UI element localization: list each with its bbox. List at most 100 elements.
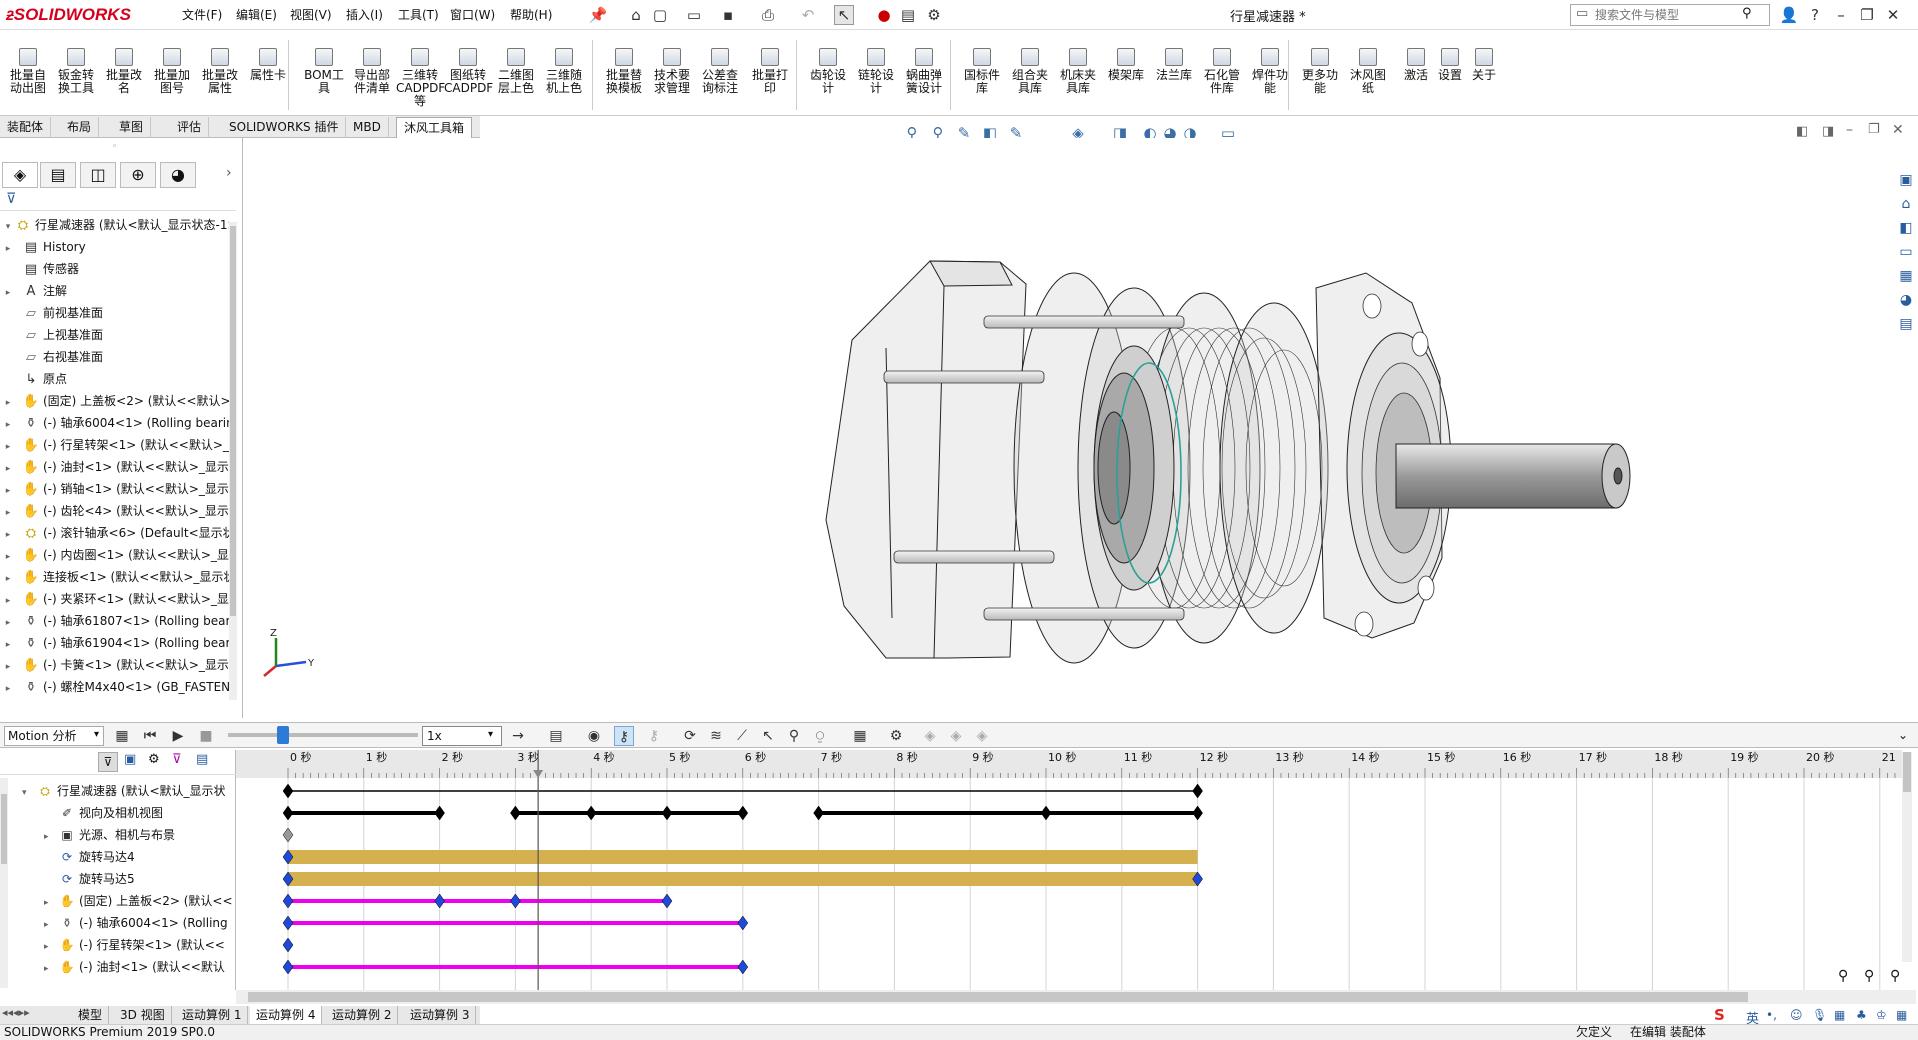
tree-item[interactable]: ▸ ✋ (-) 齿轮<4> (默认<<默认>_显示 xyxy=(0,500,236,522)
keyframe[interactable] xyxy=(282,783,294,799)
appearances-scenes-icon[interactable]: ▦ xyxy=(1896,266,1916,286)
ribbon-button-19[interactable]: 国标件库 xyxy=(958,48,1006,116)
tree-expand-arrow-icon[interactable]: ▸ xyxy=(2,392,14,412)
playback-slider-track[interactable] xyxy=(228,733,418,737)
autokey-icon[interactable]: ⚷ xyxy=(614,726,634,746)
cm-tab-4[interactable]: SOLIDWORKS 插件 xyxy=(222,117,347,138)
save-icon[interactable]: ▪ xyxy=(718,5,738,25)
keyframe[interactable] xyxy=(282,915,294,931)
stop-icon[interactable]: ■ xyxy=(196,726,216,746)
keyframe[interactable] xyxy=(585,805,597,821)
tree-item[interactable]: ▸ ✋ (-) 行星转架<1> (默认<<默认>_ xyxy=(0,434,236,456)
ribbon-button-25[interactable]: 焊件功能 xyxy=(1246,48,1294,116)
menu-item-1[interactable]: 编辑(E) xyxy=(236,6,277,24)
ribbon-button-11[interactable]: 三维随 机上色 xyxy=(540,48,588,116)
home-icon[interactable]: ⌂ xyxy=(626,5,646,25)
collapse-icon[interactable]: ◈ xyxy=(920,726,940,746)
ribbon-button-3[interactable]: 批量加 图号 xyxy=(148,48,196,116)
document-tab-5[interactable]: 运动算例 3 xyxy=(404,1006,477,1024)
document-tab-3[interactable]: 运动算例 4 xyxy=(250,1006,323,1024)
filter-toggle-icon[interactable]: ▤ xyxy=(196,752,208,767)
motor-icon[interactable]: ⟳ xyxy=(680,726,700,746)
zoom-out-icon[interactable]: ⚲ xyxy=(1890,968,1900,984)
keyframe[interactable] xyxy=(661,893,673,909)
menu-item-0[interactable]: 文件(F) xyxy=(182,6,222,24)
motion-tree-arrow-icon[interactable]: ▸ xyxy=(44,892,58,912)
pin-icon[interactable]: 📌 xyxy=(588,5,608,25)
tree-item[interactable]: ↳ 原点 xyxy=(0,368,236,390)
dimxpert-tab-icon[interactable]: ⊕ xyxy=(120,162,156,188)
menu-item-5[interactable]: 窗口(W) xyxy=(450,6,495,24)
design-library-icon[interactable]: ⌂ xyxy=(1896,194,1916,214)
motion-tree-item[interactable]: ▸ ⚱ (-) 轴承6004<1> (Rolling xyxy=(0,912,236,934)
motion-tree-scrollbar-thumb[interactable] xyxy=(1,794,7,864)
file-properties-icon[interactable]: ▤ xyxy=(898,5,918,25)
tree-expand-arrow-icon[interactable]: ▸ xyxy=(2,568,14,588)
tree-item[interactable]: ▸ A 注解 xyxy=(0,280,236,302)
filter-results-icon[interactable]: ⊽ xyxy=(172,752,182,767)
file-explorer-icon[interactable]: ◧ xyxy=(1896,218,1916,238)
search-magnifier-icon[interactable]: ⚲ xyxy=(1742,6,1752,21)
ime-language[interactable]: 英 xyxy=(1746,1008,1759,1027)
ribbon-button-27[interactable]: 沐风图纸 xyxy=(1344,48,1392,116)
ribbon-button-30[interactable]: 关于 xyxy=(1460,48,1508,116)
ribbon-button-6[interactable]: BOM工具 xyxy=(300,48,348,116)
motion-tree-item[interactable]: ✐ 视向及相机视图 xyxy=(0,802,236,824)
close-window-icon[interactable]: ✕ xyxy=(1882,4,1904,26)
minimize-window-icon[interactable]: – xyxy=(1830,4,1852,26)
motion-tree-arrow-icon[interactable]: ▸ xyxy=(44,914,58,934)
ribbon-button-2[interactable]: 批量改名 xyxy=(100,48,148,116)
ribbon-button-17[interactable]: 链轮设计 xyxy=(852,48,900,116)
expand-icon[interactable]: ◈ xyxy=(946,726,966,746)
ime-keyboard-icon[interactable]: ▦ xyxy=(1834,1008,1845,1022)
cm-tab-3[interactable]: 评估 xyxy=(170,117,210,138)
tree-item[interactable]: ▸ ✋ (-) 销轴<1> (默认<<默认>_显示 xyxy=(0,478,236,500)
ribbon-button-23[interactable]: 法兰库 xyxy=(1150,48,1198,116)
keyframe[interactable] xyxy=(434,893,445,909)
viewport-minimize-icon[interactable]: – xyxy=(1846,122,1853,138)
calculate-icon[interactable]: ▦ xyxy=(112,726,132,746)
tree-item[interactable]: ▸ ✋ (固定) 上盖板<2> (默认<<默认> xyxy=(0,390,236,412)
ime-emoji-icon[interactable]: ☺ xyxy=(1790,1008,1803,1022)
tree-expand-arrow-icon[interactable]: ▸ xyxy=(2,282,14,302)
ribbon-button-20[interactable]: 组合夹 具库 xyxy=(1006,48,1054,116)
tree-expand-arrow-icon[interactable]: ▸ xyxy=(2,678,14,698)
document-tab-2[interactable]: 运动算例 1 xyxy=(176,1006,249,1024)
filter-options-icon[interactable]: ◈ xyxy=(972,726,992,746)
rebuild-icon[interactable]: ● xyxy=(874,5,894,25)
spring-icon[interactable]: ≋ xyxy=(706,726,726,746)
new-document-icon[interactable]: ▢ xyxy=(650,5,670,25)
tree-expand-arrow-icon[interactable]: ▸ xyxy=(2,238,14,258)
ime-voice-icon[interactable]: 🎙 xyxy=(1812,1008,1827,1022)
tree-expand-arrow-icon[interactable]: ▸ xyxy=(2,414,14,434)
motor-bar[interactable] xyxy=(288,850,1198,864)
tree-item[interactable]: ▾ ⛭ 行星减速器 (默认<默认_显示状态-1> xyxy=(0,214,236,236)
motion-tree-item[interactable]: ▸ ▣ 光源、相机与布景 xyxy=(0,824,236,846)
motion-type-select[interactable]: Motion 分析 xyxy=(4,726,104,746)
keyframe[interactable] xyxy=(737,805,749,821)
motion-tree-item[interactable]: ⟳ 旋转马达4 xyxy=(0,846,236,868)
playback-mode-icon[interactable]: → xyxy=(508,726,528,746)
options-gear-icon[interactable]: ⚙ xyxy=(924,5,944,25)
motion-tree-item[interactable]: ▸ ✋ (固定) 上盖板<2> (默认<< xyxy=(0,890,236,912)
panel-expand-arrow-icon[interactable]: › xyxy=(226,165,232,181)
motion-tree-item[interactable]: ▸ ✋ (-) 油封<1> (默认<<默认 xyxy=(0,956,236,978)
menu-item-3[interactable]: 插入(I) xyxy=(346,6,383,24)
keyframe[interactable] xyxy=(282,827,294,843)
print-icon[interactable]: ⎙ xyxy=(758,5,778,25)
sogou-ime-icon[interactable]: S xyxy=(1714,1006,1725,1024)
tree-item[interactable]: ▸ ✋ (-) 油封<1> (默认<<默认>_显示 xyxy=(0,456,236,478)
keyframe[interactable] xyxy=(813,805,824,821)
ribbon-button-26[interactable]: 更多功能 xyxy=(1296,48,1344,116)
tree-expand-arrow-icon[interactable]: ▸ xyxy=(2,546,14,566)
viewport-next-icon[interactable]: ◨ xyxy=(1822,124,1834,139)
ribbon-button-0[interactable]: 批量自 动出图 xyxy=(4,48,52,116)
motion-timeline[interactable]: 0 秒 1 秒 2 秒 3 秒 4 秒 5 秒 6 秒 7 秒 8 秒 9 秒 10 秒 11 秒 12… xyxy=(236,750,1918,990)
solidworks-resources-icon[interactable]: ▣ xyxy=(1896,170,1916,190)
view-palette-icon[interactable]: ▭ xyxy=(1896,242,1916,262)
viewport-close-icon[interactable]: ✕ xyxy=(1892,122,1904,138)
keyframe[interactable] xyxy=(282,893,294,909)
menu-item-2[interactable]: 视图(V) xyxy=(290,6,332,24)
contact-icon[interactable]: ⚲ xyxy=(784,726,804,746)
speed-chevron-icon[interactable]: ▾ xyxy=(488,729,493,740)
